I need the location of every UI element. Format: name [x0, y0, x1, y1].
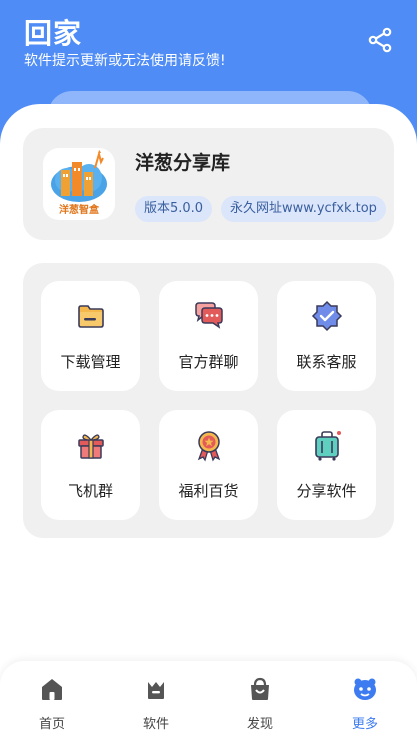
page-subtitle: 软件提示更新或无法使用请反馈!: [24, 53, 226, 69]
version-badge: 版本5.0.0: [135, 196, 213, 222]
verified-badge-icon: [311, 300, 343, 332]
menu-telegram-group[interactable]: 飞机群: [41, 410, 140, 520]
discover-bag-icon: [251, 677, 269, 700]
medal-icon: [197, 431, 221, 462]
menu-grid: 下载管理 官方群聊 联系客服 飞机群 福利百货 分享软件: [23, 263, 394, 538]
menu-label: 分享软件: [296, 482, 357, 500]
menu-official-group[interactable]: 官方群聊: [159, 281, 258, 391]
nav-label: 软件: [142, 717, 169, 732]
nav-item-more[interactable]: 更多: [313, 661, 417, 741]
app-logo-text: 洋葱智盒: [59, 205, 99, 216]
luggage-icon: [315, 431, 341, 461]
nav-item-discover[interactable]: 发现: [208, 661, 312, 741]
menu-label: 飞机群: [67, 482, 113, 500]
bottom-navigation: 首页 软件 发现 更多: [0, 661, 417, 741]
nav-label: 发现: [246, 717, 273, 732]
menu-welfare-store[interactable]: 福利百货: [159, 410, 258, 520]
nav-label: 更多: [351, 717, 378, 732]
app-name: 洋葱分享库: [135, 152, 231, 174]
nav-label: 首页: [38, 717, 65, 732]
share-icon: [368, 27, 392, 53]
more-mascot-icon: [354, 678, 376, 700]
share-button[interactable]: [364, 24, 396, 56]
menu-share-software[interactable]: 分享软件: [277, 410, 376, 520]
menu-label: 下载管理: [60, 353, 121, 371]
app-logo: 洋葱智盒: [43, 148, 115, 220]
nav-item-home[interactable]: 首页: [0, 661, 104, 741]
menu-label: 福利百货: [178, 482, 239, 500]
menu-download-manager[interactable]: 下载管理: [41, 281, 140, 391]
software-icon: [148, 682, 164, 699]
permanent-url-badge[interactable]: 永久网址www.ycfxk.top: [221, 196, 386, 222]
page-title: 回家: [24, 17, 83, 50]
nav-item-software[interactable]: 软件: [104, 661, 208, 741]
menu-label: 联系客服: [296, 353, 357, 371]
gift-icon: [78, 434, 104, 459]
app-info-card: 洋葱智盒 洋葱分享库 版本5.0.0 永久网址www.ycfxk.top: [23, 128, 394, 240]
chat-icon: [195, 302, 223, 329]
menu-label: 官方群聊: [178, 353, 239, 371]
folder-icon: [78, 305, 104, 328]
home-icon: [42, 679, 62, 700]
menu-contact-service[interactable]: 联系客服: [277, 281, 376, 391]
